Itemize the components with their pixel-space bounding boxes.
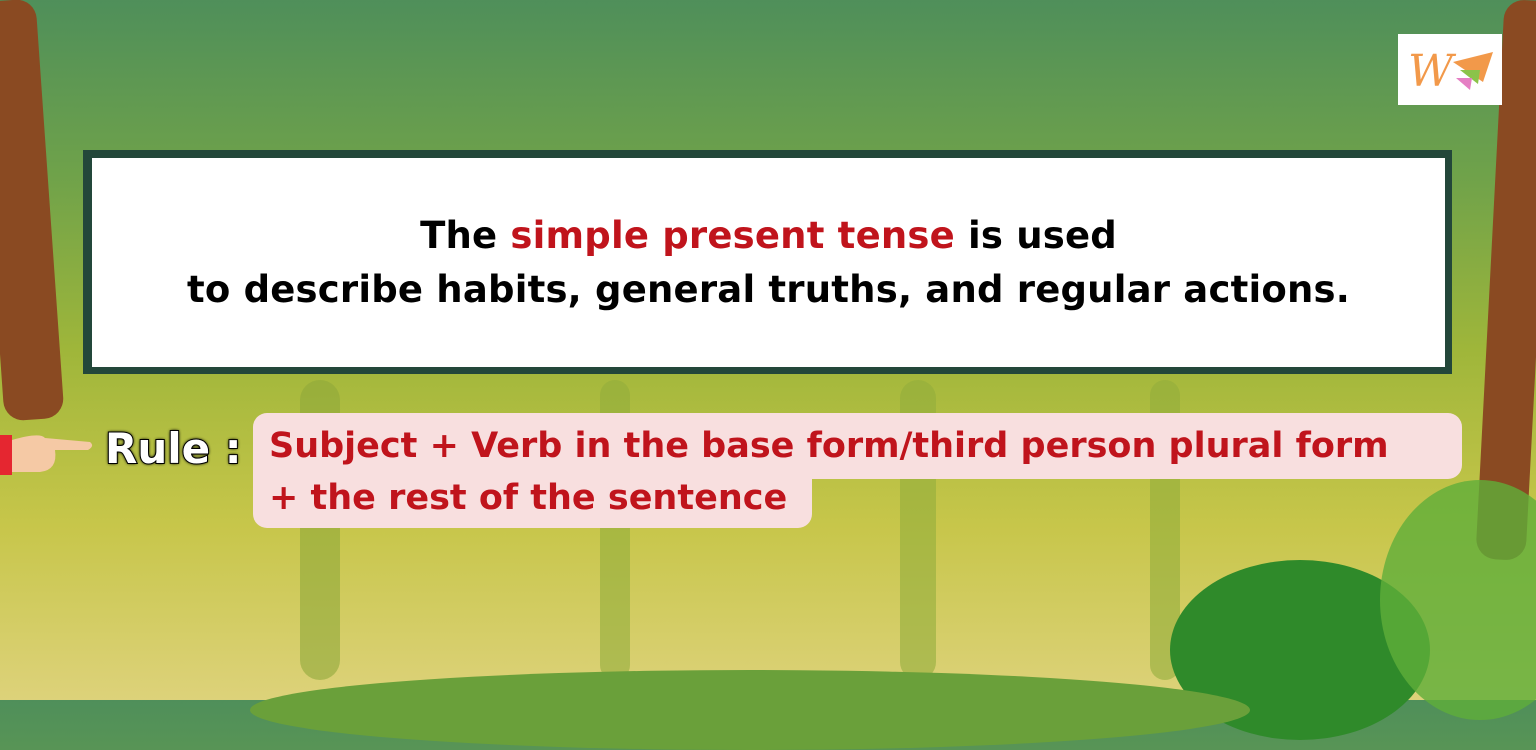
logo: W: [1398, 34, 1502, 105]
rule-text-line-2: + the rest of the sentence: [253, 478, 812, 528]
definition-line-2: to describe habits, general truths, and …: [186, 267, 1351, 311]
definition-panel: The simple present tense is used to desc…: [92, 158, 1445, 367]
tree-trunk-left: [0, 0, 65, 422]
rule-label: Rule :: [104, 423, 243, 474]
pointing-hand-icon: [0, 430, 100, 484]
definition-text: The: [420, 213, 511, 257]
hill: [250, 670, 1250, 750]
definition-highlight: simple present tense: [510, 213, 955, 257]
definition-text: is used: [954, 213, 1117, 257]
svg-text:W: W: [1408, 46, 1457, 97]
rule-text-line-1: Subject + Verb in the base form/third pe…: [253, 413, 1462, 479]
definition-line-1: The simple present tense is used: [420, 209, 1117, 263]
logo-icon: W: [1408, 46, 1493, 97]
